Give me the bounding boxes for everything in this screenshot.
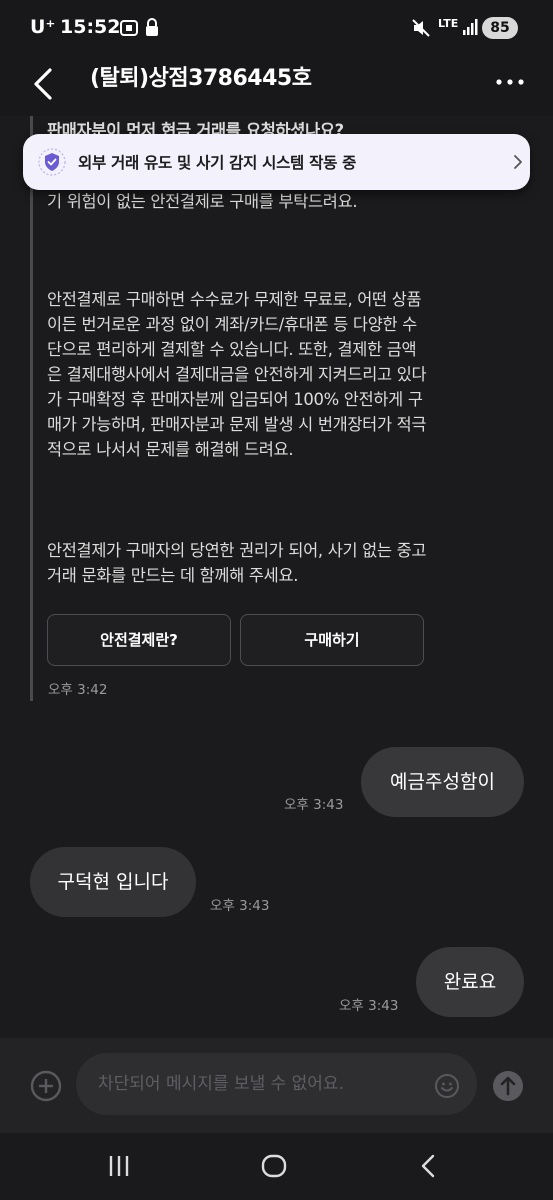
carrier-label: U⁺ [30,16,56,38]
chevron-right-icon [513,154,523,174]
message-time: 오후 3:43 [339,998,399,1014]
signal-icon [462,18,478,40]
screenshot-icon [119,18,139,42]
home-icon[interactable] [260,1153,288,1183]
message-time: 오후 3:43 [284,797,344,813]
banner-text: 외부 거래 유도 및 사기 감지 시스템 작동 중 [78,154,357,172]
safe-payment-info-button[interactable]: 안전결제란? [47,614,231,666]
message-input-bar [0,1038,553,1133]
clock: 15:52 [60,16,121,38]
send-icon[interactable] [492,1070,524,1106]
status-bar: U⁺ 15:52 LTE 85 [0,0,553,56]
chat-bubble-mine: 예금주성함이 [361,747,524,817]
system-message-paragraph: 안전결제로 구매하면 수수료가 무제한 무료로, 어떤 상품이든 번거로운 과정… [47,290,427,459]
chat-bubble-mine: 완료요 [416,947,524,1017]
system-message-paragraph: 안전결제가 구매자의 당연한 권리가 되어, 사기 없는 중고거래 문화를 만드… [47,541,427,585]
fraud-detection-banner[interactable]: 외부 거래 유도 및 사기 감지 시스템 작동 중 [23,134,530,190]
shield-check-icon [37,147,67,181]
message-input-field[interactable] [76,1053,477,1115]
more-options-icon[interactable] [494,70,526,98]
lte-label: LTE [438,17,459,30]
mute-icon [411,18,431,42]
message-time: 오후 3:43 [210,898,270,914]
chat-area[interactable]: 판매자분이 먼저 현금 거래를 요청하셨나요? 구매할 수 있어요. 판매자분이… [0,116,553,1038]
battery-indicator: 85 [482,17,518,39]
chat-bubble-theirs: 구덕현 입니다 [30,847,196,917]
chat-header: (탈퇴)상점3786445호 [0,56,553,116]
message-time: 오후 3:42 [48,682,108,698]
system-message-bar [30,116,33,701]
emoji-icon[interactable] [434,1073,460,1103]
back-nav-icon[interactable] [418,1153,438,1183]
system-navigation-bar [0,1133,553,1200]
lock-icon [144,18,160,42]
recent-apps-icon[interactable] [106,1153,132,1183]
add-attachment-icon[interactable] [30,1070,62,1106]
buy-button[interactable]: 구매하기 [240,614,424,666]
message-input[interactable] [98,1053,428,1115]
chat-title: (탈퇴)상점3786445호 [90,66,312,91]
back-arrow-icon[interactable] [28,64,58,108]
